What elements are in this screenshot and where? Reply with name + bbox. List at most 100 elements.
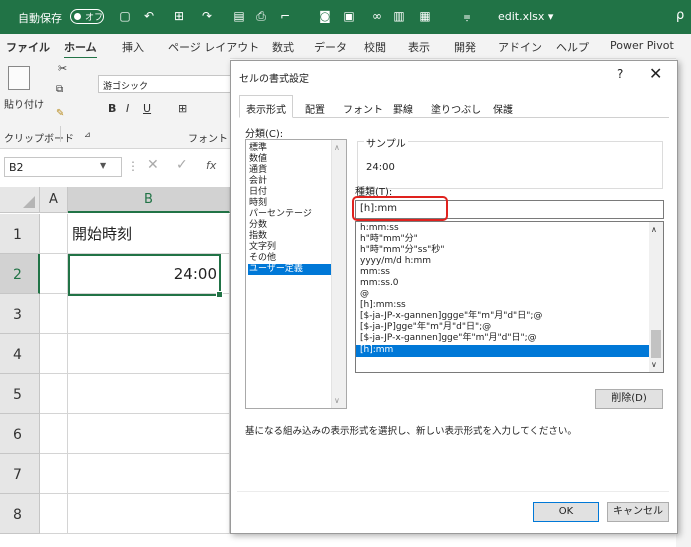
paste-label[interactable]: 貼り付け	[4, 96, 44, 111]
category-item[interactable]: 数値	[248, 154, 333, 165]
undo-icon[interactable]: ↶	[142, 9, 156, 23]
row-header-2[interactable]: 2	[0, 254, 40, 294]
close-icon[interactable]: ✕	[649, 64, 662, 83]
format-item-selected[interactable]: [h]:mm	[356, 345, 652, 357]
format-item[interactable]: yyyy/m/d h:mm	[359, 256, 650, 267]
ok-button[interactable]: OK	[533, 502, 599, 522]
print-icon[interactable]: ⎙	[254, 9, 268, 23]
help-button[interactable]: ?	[617, 67, 623, 81]
cut-icon[interactable]: ✂	[58, 62, 67, 75]
italic-button[interactable]: I	[126, 102, 129, 115]
cell-a3[interactable]	[40, 294, 68, 334]
cell-b4[interactable]	[68, 334, 230, 374]
row-header-5[interactable]: 5	[0, 374, 40, 414]
tab-review[interactable]: 校閲	[364, 39, 386, 55]
row-header-7[interactable]: 7	[0, 454, 40, 494]
cell-a1[interactable]	[40, 214, 68, 254]
tab-formulas[interactable]: 数式	[272, 39, 294, 55]
paste-icon[interactable]	[8, 66, 30, 90]
link-icon[interactable]: ∞	[370, 9, 384, 23]
borders-icon[interactable]: ⊞	[172, 9, 186, 23]
format-item[interactable]: [$-ja-JP-x-gannen]ggge"年"m"月"d"日";@	[359, 311, 650, 322]
format-item[interactable]: mm:ss.0	[359, 278, 650, 289]
cell-b5[interactable]	[68, 374, 230, 414]
category-item[interactable]: 文字列	[248, 242, 333, 253]
tab-data[interactable]: データ	[314, 39, 347, 55]
category-list[interactable]: 標準 数値 通貨 会計 日付 時刻 パーセンテージ 分数 指数 文字列 その他 …	[245, 139, 347, 409]
format-list[interactable]: h:mm:ss h"時"mm"分" h"時"mm"分"ss"秒" yyyy/m/…	[355, 221, 664, 373]
cell-a8[interactable]	[40, 494, 68, 534]
format-scrollbar[interactable]: ∧ ∨	[649, 222, 663, 372]
category-item[interactable]: 時刻	[248, 198, 333, 209]
row-header-8[interactable]: 8	[0, 494, 40, 534]
format-item[interactable]: h"時"mm"分"	[359, 234, 650, 245]
delete-button[interactable]: 削除(D)	[595, 389, 663, 409]
tab-font[interactable]: フォント	[337, 98, 389, 117]
dashboard-icon[interactable]: ▥	[392, 9, 406, 23]
cell-b7[interactable]	[68, 454, 230, 494]
save-icon[interactable]: ▢	[118, 9, 132, 23]
bold-button[interactable]: B	[108, 102, 116, 115]
select-all-corner[interactable]	[0, 187, 40, 213]
dialog-launcher-icon[interactable]: ⊿	[84, 130, 91, 139]
format-item[interactable]: mm:ss	[359, 267, 650, 278]
row-header-3[interactable]: 3	[0, 294, 40, 334]
cell-a6[interactable]	[40, 414, 68, 454]
tab-developer[interactable]: 開発	[454, 39, 476, 55]
font-name-box[interactable]: 游ゴシック	[98, 75, 233, 93]
tab-help[interactable]: ヘルプ	[556, 39, 589, 55]
category-item[interactable]: 分数	[248, 220, 333, 231]
category-item[interactable]: 通貨	[248, 165, 333, 176]
scroll-down-icon[interactable]: ∨	[334, 396, 340, 405]
category-item-selected[interactable]: ユーザー定義	[248, 264, 333, 275]
cell-b3[interactable]	[68, 294, 230, 334]
tab-home[interactable]: ホーム	[64, 39, 97, 59]
category-item[interactable]: 日付	[248, 187, 333, 198]
underline-button[interactable]: U	[143, 102, 151, 115]
tab-addins[interactable]: アドイン	[498, 39, 542, 55]
format-item[interactable]: [$-ja-JP-x-gannen]gge"年"m"月"d"日";@	[359, 333, 650, 344]
name-box-dropdown-icon[interactable]: ▼	[100, 161, 106, 170]
category-item[interactable]: その他	[248, 253, 333, 264]
tab-file[interactable]: ファイル	[6, 39, 50, 55]
format-painter-brush-icon[interactable]: ✎	[56, 108, 64, 119]
scroll-thumb[interactable]	[651, 330, 661, 358]
cell-b8[interactable]	[68, 494, 230, 534]
tab-page-layout[interactable]: ページ レイアウト	[168, 39, 259, 55]
copy-icon[interactable]: ⧉	[56, 84, 63, 95]
enter-icon[interactable]: ✓	[176, 157, 188, 173]
row-header-4[interactable]: 4	[0, 334, 40, 374]
category-item[interactable]: 会計	[248, 176, 333, 187]
insert-function-icon[interactable]: fx	[206, 159, 216, 172]
row-header-1[interactable]: 1	[0, 214, 40, 254]
search-icon[interactable]: ρ	[676, 8, 684, 23]
screen-icon[interactable]: ▣	[342, 9, 356, 23]
format-item[interactable]: h"時"mm"分"ss"秒"	[359, 245, 650, 256]
cell-a4[interactable]	[40, 334, 68, 374]
cell-b6[interactable]	[68, 414, 230, 454]
autosave-toggle[interactable]: オフ	[70, 9, 104, 24]
tab-protection[interactable]: 保護	[487, 98, 519, 117]
cell-a7[interactable]	[40, 454, 68, 494]
column-header-b[interactable]: B	[68, 187, 230, 213]
tab-fill[interactable]: 塗りつぶし	[425, 98, 487, 117]
format-painter-icon[interactable]: ⌐	[278, 9, 292, 23]
row-header-6[interactable]: 6	[0, 414, 40, 454]
camera-icon[interactable]: ◙	[318, 9, 332, 23]
table-icon[interactable]: ▦	[418, 9, 432, 23]
category-item[interactable]: 指数	[248, 231, 333, 242]
new-document-icon[interactable]: ▤	[232, 9, 246, 23]
scroll-down-icon[interactable]: ∨	[651, 360, 657, 369]
category-item[interactable]: 標準	[248, 143, 333, 154]
tab-power-pivot[interactable]: Power Pivot	[610, 39, 674, 52]
cancel-button[interactable]: キャンセル	[607, 502, 669, 522]
tab-alignment[interactable]: 配置	[299, 98, 331, 117]
tab-border[interactable]: 罫線	[387, 98, 419, 117]
category-item[interactable]: パーセンテージ	[248, 209, 333, 220]
cell-a5[interactable]	[40, 374, 68, 414]
tab-insert[interactable]: 挿入	[122, 39, 144, 55]
format-item[interactable]: [$-ja-JP]gge"年"m"月"d"日";@	[359, 322, 650, 333]
redo-icon[interactable]: ↷	[200, 9, 214, 23]
category-scrollbar[interactable]: ∧ ∨	[331, 140, 346, 408]
format-item[interactable]: h:mm:ss	[359, 223, 650, 234]
